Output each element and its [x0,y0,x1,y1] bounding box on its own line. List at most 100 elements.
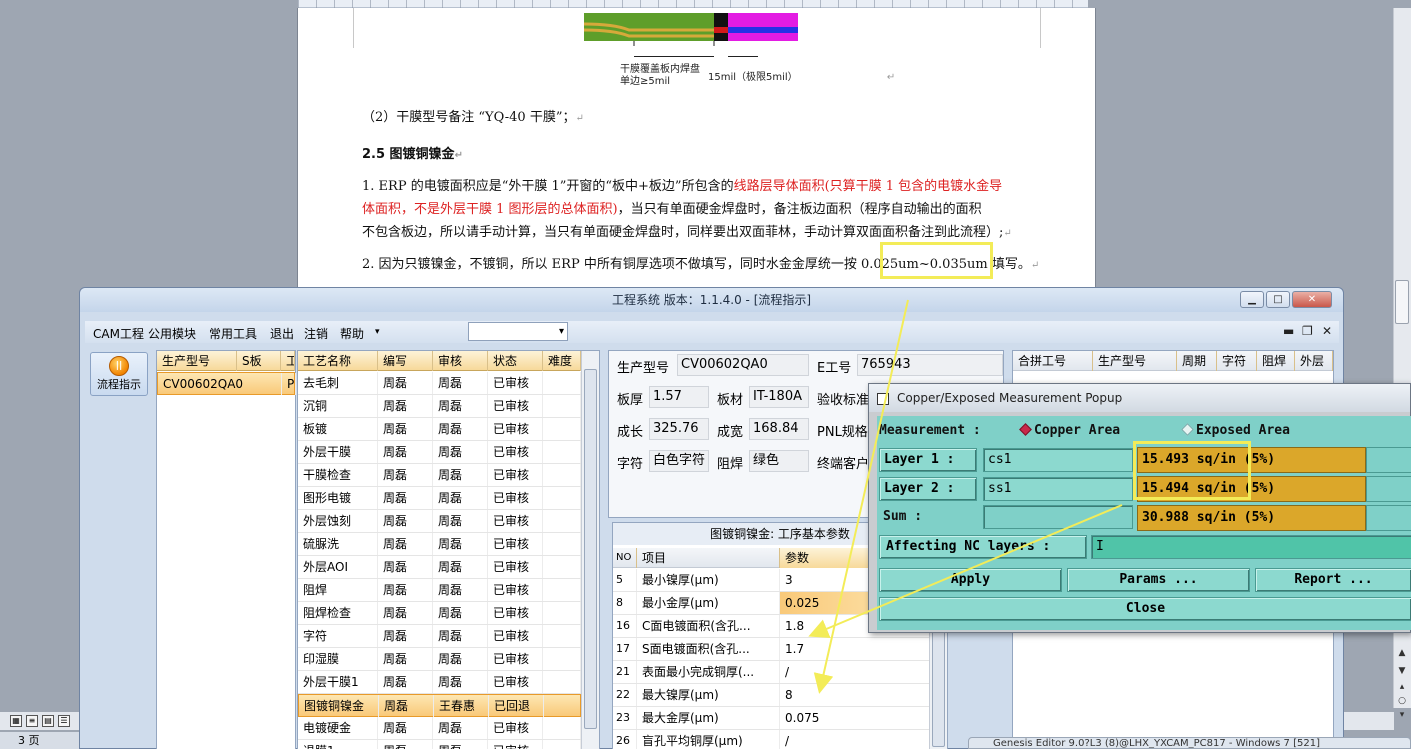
cam-title-bar[interactable]: 工程系统 版本：1.1.4.0 - [流程指示] [80,288,1343,312]
report-button[interactable]: Report ... [1255,568,1411,592]
process-row[interactable]: 沉铜 周磊 周磊 已审核 [298,395,581,418]
browse-object-icon[interactable]: ○ [1395,694,1409,708]
menu-cam-project[interactable]: CAM工程 [93,325,144,342]
process-row[interactable]: 退膜1周磊周磊已审核 [298,740,581,749]
print-view-icon[interactable]: ▤ [42,715,54,727]
params-button[interactable]: Params ... [1067,568,1250,592]
process-cell: 周磊 [433,556,488,578]
exposed-area-radio[interactable]: Exposed Area [1177,420,1290,442]
col-header-model[interactable]: 生产型号 [157,351,237,371]
close-button[interactable]: Close [879,597,1411,621]
combine-col-header[interactable]: 字符 [1217,351,1257,371]
mask-color-field[interactable]: 绿色 [749,450,809,472]
mdi-minimize-icon[interactable]: ▬ [1283,324,1294,338]
menu-exit[interactable]: 退出 [270,325,294,342]
combine-col-header[interactable]: 外层 [1295,351,1333,371]
menu-help[interactable]: 帮助 [340,325,364,342]
copper-area-radio[interactable]: Copper Area [1015,420,1120,442]
scroll-down-icon[interactable]: ▼ [1395,664,1409,678]
flow-guide-button[interactable]: || 流程指示 [90,352,148,396]
process-row[interactable]: 外层AOI 周磊 周磊 已审核 [298,556,581,579]
menu-common-tools[interactable]: 常用工具 [209,325,257,342]
layer1-button[interactable]: Layer 1 : [879,448,977,472]
process-row[interactable]: 硫脲洗 周磊 周磊 已审核 [298,533,581,556]
process-row[interactable]: 阻焊 周磊 周磊 已审核 [298,579,581,602]
genesis-taskbar-item[interactable]: Genesis Editor 9.0?L3 (8)@LHX_YXCAM_PC81… [968,737,1411,749]
cam-menu-bar: CAM工程 公用模块 常用工具 退出 注销 帮助 ▾ ▾ [85,321,1339,343]
menu-help-dropdown-icon[interactable]: ▾ [375,327,380,337]
process-row[interactable]: 外层干膜1 周磊 周磊 已审核 [298,671,581,694]
process-row[interactable]: 图镀铜镍金 周磊 王春惠 已回退 [298,694,582,717]
col-header-status[interactable]: 状态 [488,351,543,371]
length-field[interactable]: 325.76 [649,418,709,440]
product-row[interactable]: CV00602QA0 P2 [157,372,296,395]
layer2-input[interactable]: ss1 [983,477,1133,501]
model-field[interactable]: CV00602QA0 [677,354,809,376]
combine-col-header[interactable]: 阻焊 [1257,351,1295,371]
combine-col-header[interactable]: 周期 [1177,351,1217,371]
combine-col-header[interactable]: 生产型号 [1093,351,1177,371]
next-page-icon[interactable]: ▾ [1395,708,1409,722]
param-cell: 23 [613,707,637,729]
param-cell: S面电镀面积(含孔... [637,638,780,660]
mdi-restore-icon[interactable]: ❐ [1302,324,1313,338]
menu-combo-box[interactable]: ▾ [468,322,568,341]
word-hscroll-right[interactable] [1344,712,1394,730]
process-row[interactable]: 字符 周磊 周磊 已审核 [298,625,581,648]
process-row[interactable]: 板镀 周磊 周磊 已审核 [298,418,581,441]
process-row[interactable]: 印湿膜 周磊 周磊 已审核 [298,648,581,671]
popup-title-bar[interactable]: Copper/Exposed Measurement Popup [869,384,1410,412]
process-row[interactable]: 外层蚀刻 周磊 周磊 已审核 [298,510,581,533]
combine-col-header[interactable]: 合拼工号 [1013,351,1093,371]
process-cell: 阻焊 [298,579,378,601]
thickness-field[interactable]: 1.57 [649,386,709,408]
process-grid-scrollbar[interactable] [581,351,599,749]
param-row[interactable]: 22 最大镍厚(μm) 8 [613,684,931,707]
word-scroll-thumb[interactable] [1395,280,1409,324]
process-grid-scroll-thumb[interactable] [584,369,597,729]
param-row[interactable]: 23 最大金厚(μm) 0.075 [613,707,931,730]
web-view-icon[interactable]: ≡ [26,715,38,727]
outline-view-icon[interactable]: ☰ [58,715,70,727]
col-header-process-name[interactable]: 工艺名称 [298,351,378,371]
width-field[interactable]: 168.84 [749,418,809,440]
layer1-input[interactable]: cs1 [983,448,1133,472]
param-cell: 盲孔平均铜厚(μm) [637,730,780,749]
process-cell [543,372,581,394]
process-row[interactable]: 干膜检查 周磊 周磊 已审核 [298,464,581,487]
flow-guide-icon: || [109,356,129,376]
apply-button[interactable]: Apply [879,568,1062,592]
layer2-button[interactable]: Layer 2 : [879,477,977,501]
eno-field[interactable]: 765943 [857,354,1003,376]
horizontal-ruler[interactable] [298,0,1088,8]
process-row[interactable]: 电镀硬金 周磊 周磊 已审核 [298,717,581,740]
affecting-nc-layers-button[interactable]: Affecting NC layers : [879,535,1087,559]
normal-view-icon[interactable]: ▦ [10,715,22,727]
col-header-work[interactable]: 工 [281,351,295,371]
col-header-difficulty[interactable]: 难度 [543,351,581,371]
process-grid[interactable]: 工艺名称 编写 审核 状态 难度 去毛刺 周磊 周磊 已审核 沉铜 周磊 周磊 已审核 板镀 周磊… [297,350,600,749]
process-row[interactable]: 阻焊检查 周磊 周磊 已审核 [298,602,581,625]
col-header-author[interactable]: 编写 [378,351,433,371]
legend-color-field[interactable]: 白色字符 [649,450,709,472]
col-header-reviewer[interactable]: 审核 [433,351,488,371]
material-field[interactable]: IT-180A [749,386,809,408]
maximize-icon[interactable]: □ [1266,291,1290,308]
process-cell [543,579,581,601]
prev-page-icon[interactable]: ▴ [1395,680,1409,694]
minimize-icon[interactable]: ▁ [1240,291,1264,308]
param-row[interactable]: 21 表面最小完成铜厚(... / [613,661,931,684]
menu-public-module[interactable]: 公用模块 [148,325,196,342]
param-row[interactable]: 26 盲孔平均铜厚(μm) / [613,730,931,749]
param-row[interactable]: 17 S面电镀面积(含孔... 1.7 [613,638,931,661]
close-icon[interactable]: ✕ [1292,291,1332,308]
mdi-close-icon[interactable]: ✕ [1322,324,1332,338]
scroll-up-icon[interactable]: ▲ [1395,646,1409,660]
nc-layers-input[interactable]: I [1091,535,1411,559]
product-grid[interactable]: 生产型号 S板 工 CV00602QA0 P2 [156,350,296,749]
process-row[interactable]: 外层干膜 周磊 周磊 已审核 [298,441,581,464]
process-row[interactable]: 图形电镀 周磊 周磊 已审核 [298,487,581,510]
col-header-s-board[interactable]: S板 [237,351,281,371]
menu-logout[interactable]: 注销 [304,325,328,342]
process-row[interactable]: 去毛刺 周磊 周磊 已审核 [298,372,581,395]
